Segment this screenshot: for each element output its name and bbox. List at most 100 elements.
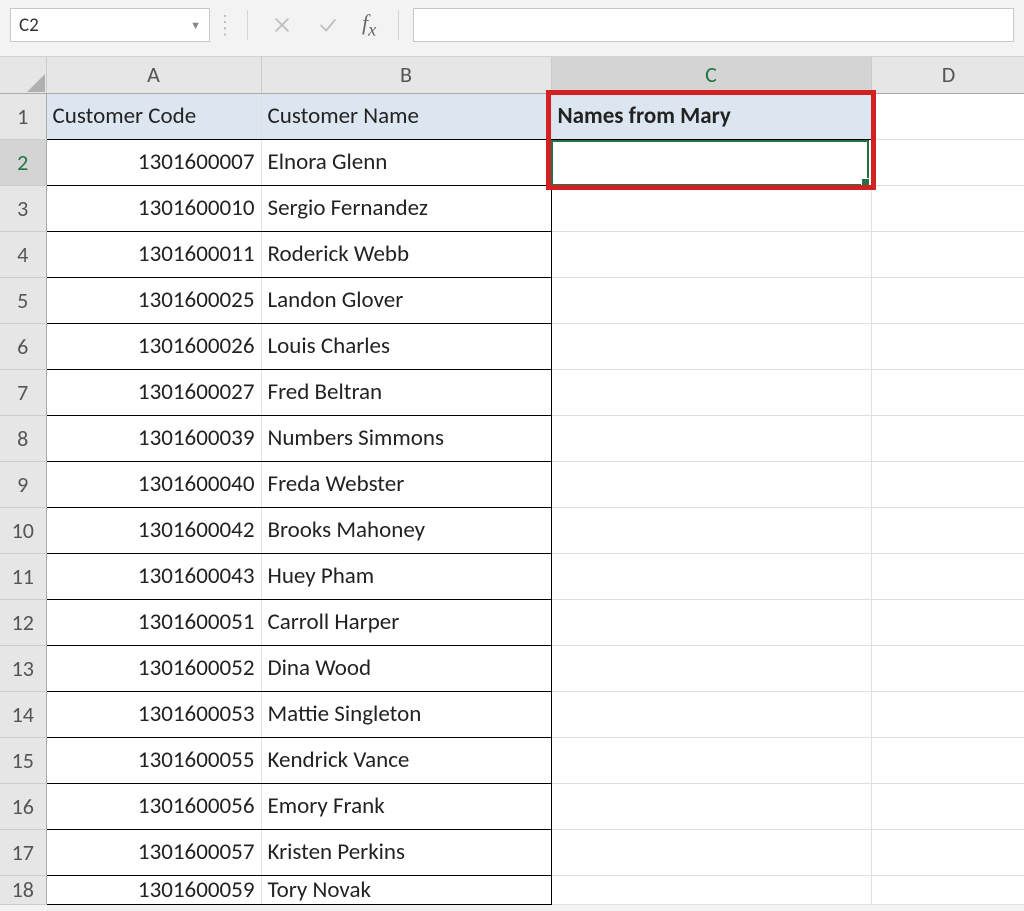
cell[interactable] — [551, 415, 871, 461]
column-header-A[interactable]: A — [46, 57, 261, 93]
cell[interactable]: Customer Code — [46, 93, 261, 139]
row-header[interactable]: 5 — [0, 277, 46, 323]
cell[interactable] — [871, 875, 1024, 904]
cell[interactable]: Sergio Fernandez — [261, 185, 551, 231]
cancel-formula-button[interactable] — [262, 10, 302, 40]
cell[interactable] — [871, 139, 1024, 185]
cell[interactable]: 1301600042 — [46, 507, 261, 553]
cell[interactable] — [871, 645, 1024, 691]
cell[interactable]: Elnora Glenn — [261, 139, 551, 185]
enter-formula-button[interactable] — [308, 10, 348, 40]
cell[interactable]: Fred Beltran — [261, 369, 551, 415]
row-header[interactable]: 3 — [0, 185, 46, 231]
cell[interactable]: Landon Glover — [261, 277, 551, 323]
cell[interactable] — [871, 507, 1024, 553]
row-header[interactable]: 6 — [0, 323, 46, 369]
row-header[interactable]: 7 — [0, 369, 46, 415]
cell[interactable]: Huey Pham — [261, 553, 551, 599]
cell-selected[interactable] — [551, 139, 871, 185]
cell[interactable] — [551, 645, 871, 691]
cell[interactable]: Freda Webster — [261, 461, 551, 507]
cell[interactable] — [551, 507, 871, 553]
cell[interactable]: 1301600010 — [46, 185, 261, 231]
cell[interactable]: 1301600039 — [46, 415, 261, 461]
cell[interactable]: Roderick Webb — [261, 231, 551, 277]
row-header[interactable]: 11 — [0, 553, 46, 599]
column-header-D[interactable]: D — [871, 57, 1024, 93]
column-header-C[interactable]: C — [551, 57, 871, 93]
cell[interactable]: Kristen Perkins — [261, 829, 551, 875]
cell[interactable] — [551, 691, 871, 737]
cell[interactable] — [551, 829, 871, 875]
cell[interactable]: Louis Charles — [261, 323, 551, 369]
cell[interactable]: Mattie Singleton — [261, 691, 551, 737]
insert-function-button[interactable]: fx — [362, 10, 376, 40]
cell[interactable] — [551, 783, 871, 829]
cell[interactable]: Brooks Mahoney — [261, 507, 551, 553]
cell[interactable]: 1301600025 — [46, 277, 261, 323]
row-header[interactable]: 16 — [0, 783, 46, 829]
cell[interactable] — [871, 599, 1024, 645]
row-header[interactable]: 2 — [0, 139, 46, 185]
cell[interactable]: 1301600055 — [46, 737, 261, 783]
cell[interactable]: 1301600007 — [46, 139, 261, 185]
cell[interactable]: 1301600040 — [46, 461, 261, 507]
cell[interactable]: Numbers Simmons — [261, 415, 551, 461]
cell[interactable]: 1301600026 — [46, 323, 261, 369]
cell[interactable] — [871, 277, 1024, 323]
select-all-corner[interactable] — [0, 57, 46, 93]
cell[interactable] — [551, 875, 871, 904]
name-box-dropdown-icon[interactable]: ▼ — [190, 19, 201, 32]
cell[interactable]: Carroll Harper — [261, 599, 551, 645]
cell[interactable] — [551, 231, 871, 277]
spreadsheet-grid[interactable]: A B C D 1 Customer Code Customer Name Na… — [0, 57, 1024, 905]
cell[interactable] — [871, 415, 1024, 461]
cell[interactable] — [551, 553, 871, 599]
cell[interactable]: 1301600051 — [46, 599, 261, 645]
row-header[interactable]: 4 — [0, 231, 46, 277]
cell[interactable] — [551, 323, 871, 369]
cell[interactable] — [871, 553, 1024, 599]
cell[interactable]: 1301600059 — [46, 875, 261, 904]
column-header-B[interactable]: B — [261, 57, 551, 93]
cell[interactable] — [871, 783, 1024, 829]
row-header[interactable]: 15 — [0, 737, 46, 783]
cell[interactable]: 1301600053 — [46, 691, 261, 737]
row-header[interactable]: 10 — [0, 507, 46, 553]
row-header[interactable]: 1 — [0, 93, 46, 139]
cell[interactable] — [871, 93, 1024, 139]
cell[interactable]: 1301600057 — [46, 829, 261, 875]
row-header[interactable]: 12 — [0, 599, 46, 645]
cell[interactable] — [871, 185, 1024, 231]
cell[interactable]: 1301600052 — [46, 645, 261, 691]
cell[interactable] — [871, 737, 1024, 783]
cell[interactable]: 1301600027 — [46, 369, 261, 415]
cell[interactable]: Names from Mary — [551, 93, 871, 139]
cell[interactable]: Kendrick Vance — [261, 737, 551, 783]
formula-input[interactable] — [413, 8, 1014, 42]
row-header[interactable]: 18 — [0, 875, 46, 904]
cell[interactable]: Emory Frank — [261, 783, 551, 829]
cell[interactable]: 1301600011 — [46, 231, 261, 277]
cell[interactable] — [871, 691, 1024, 737]
cell[interactable]: Dina Wood — [261, 645, 551, 691]
cell[interactable] — [551, 461, 871, 507]
cell[interactable] — [871, 231, 1024, 277]
cell[interactable] — [871, 323, 1024, 369]
row-header[interactable]: 17 — [0, 829, 46, 875]
cell[interactable] — [551, 737, 871, 783]
cell[interactable]: 1301600056 — [46, 783, 261, 829]
row-header[interactable]: 8 — [0, 415, 46, 461]
cell[interactable]: Customer Name — [261, 93, 551, 139]
row-header[interactable]: 14 — [0, 691, 46, 737]
cell[interactable] — [871, 461, 1024, 507]
cell[interactable] — [551, 277, 871, 323]
cell[interactable]: 1301600043 — [46, 553, 261, 599]
cell[interactable] — [871, 829, 1024, 875]
row-header[interactable]: 13 — [0, 645, 46, 691]
cell[interactable] — [551, 599, 871, 645]
name-box[interactable]: C2 ▼ — [10, 8, 210, 42]
cell[interactable] — [871, 369, 1024, 415]
cell[interactable] — [551, 369, 871, 415]
cell[interactable]: Tory Novak — [261, 875, 551, 904]
